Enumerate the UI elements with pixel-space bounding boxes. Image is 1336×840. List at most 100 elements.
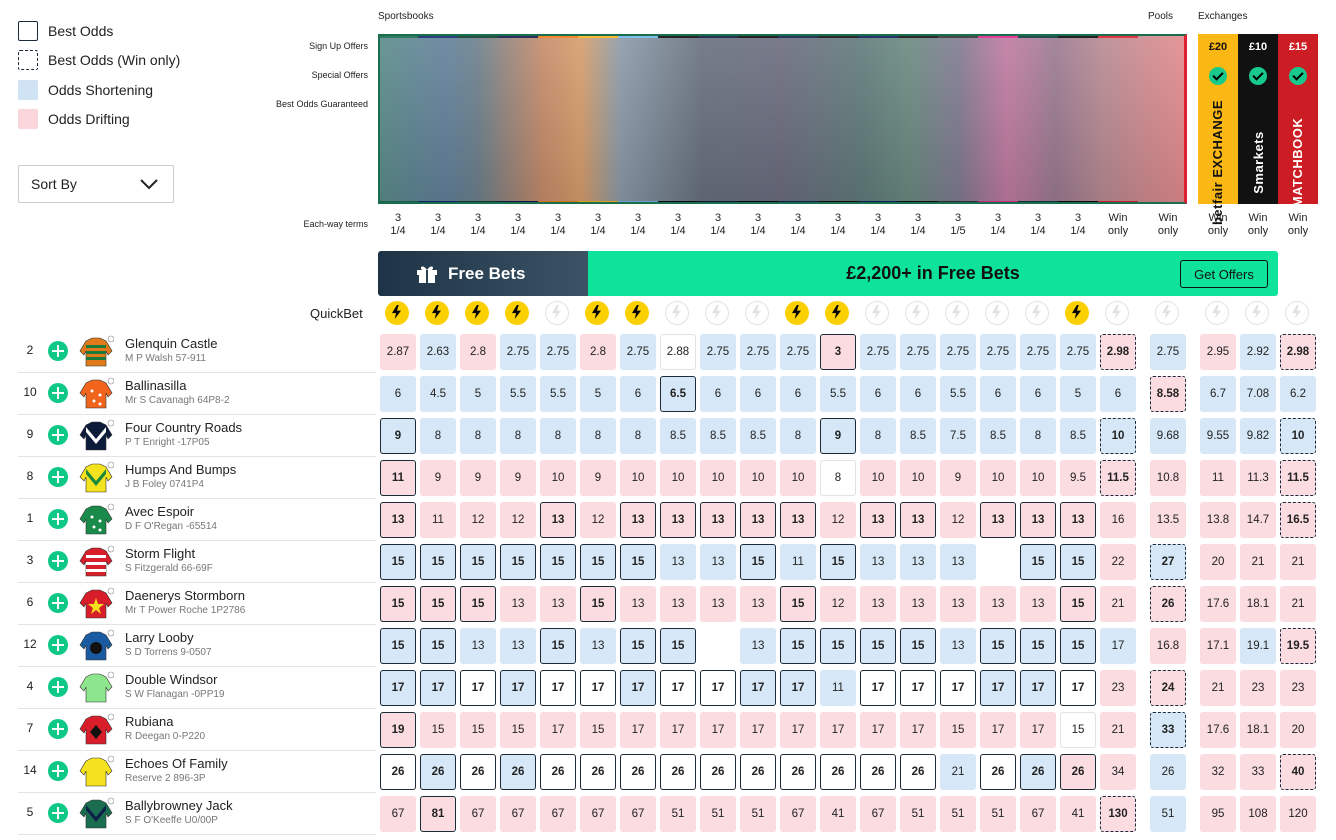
odds-cell[interactable]: 6.7 — [1200, 376, 1236, 412]
odds-cell[interactable]: 51 — [700, 796, 736, 832]
odds-cell[interactable]: 26 — [580, 754, 616, 790]
odds-cell[interactable]: 15 — [580, 586, 616, 622]
odds-cell[interactable]: 17 — [900, 712, 936, 748]
odds-cell[interactable]: 24 — [1150, 670, 1186, 706]
odds-cell[interactable]: 2.92 — [1240, 334, 1276, 370]
odds-cell[interactable]: 13 — [900, 502, 936, 538]
odds-cell[interactable]: 13 — [500, 586, 536, 622]
odds-cell[interactable]: 18.1 — [1240, 586, 1276, 622]
odds-cell[interactable]: 5 — [460, 376, 496, 412]
odds-cell[interactable]: 13 — [940, 544, 976, 580]
odds-cell[interactable]: 2.8 — [580, 334, 616, 370]
runner-name[interactable]: Storm Flight — [125, 546, 195, 561]
odds-cell[interactable]: 21 — [1100, 712, 1136, 748]
odds-cell[interactable]: 10 — [540, 460, 576, 496]
lightning-icon[interactable] — [505, 301, 529, 325]
lightning-icon[interactable] — [465, 301, 489, 325]
odds-cell[interactable]: 26 — [780, 754, 816, 790]
odds-cell[interactable]: 4.5 — [420, 376, 456, 412]
add-to-betslip-icon[interactable] — [48, 719, 68, 739]
odds-cell[interactable]: 13 — [980, 586, 1016, 622]
odds-cell[interactable]: 16.5 — [1280, 502, 1316, 538]
odds-cell[interactable]: 13.8 — [1200, 502, 1236, 538]
odds-cell[interactable]: 23 — [1240, 670, 1276, 706]
odds-cell[interactable]: 13 — [460, 628, 496, 664]
odds-cell[interactable]: 2.95 — [1200, 334, 1236, 370]
odds-cell[interactable]: 13 — [900, 586, 936, 622]
runner-name[interactable]: Echoes Of Family — [125, 756, 228, 771]
odds-cell[interactable]: 15 — [620, 628, 656, 664]
odds-cell[interactable]: 17 — [780, 670, 816, 706]
runner-name[interactable]: Four Country Roads — [125, 420, 242, 435]
add-to-betslip-icon[interactable] — [48, 425, 68, 445]
odds-cell[interactable]: 17 — [740, 712, 776, 748]
odds-cell[interactable]: 15 — [940, 712, 976, 748]
odds-cell[interactable]: 15 — [380, 628, 416, 664]
runner-name[interactable]: Daenerys Stormborn — [125, 588, 245, 603]
odds-cell[interactable]: 51 — [980, 796, 1016, 832]
odds-cell[interactable]: 17 — [1020, 712, 1056, 748]
odds-cell[interactable]: 17 — [940, 670, 976, 706]
odds-cell[interactable]: 10 — [1280, 418, 1316, 454]
odds-cell[interactable]: 32 — [1200, 754, 1236, 790]
odds-cell[interactable]: 17 — [660, 670, 696, 706]
odds-cell[interactable]: 26 — [460, 754, 496, 790]
odds-cell[interactable]: 6 — [980, 376, 1016, 412]
odds-cell[interactable]: 51 — [1150, 796, 1186, 832]
add-to-betslip-icon[interactable] — [48, 803, 68, 823]
odds-cell[interactable]: 15 — [780, 586, 816, 622]
odds-cell[interactable]: 21 — [1200, 670, 1236, 706]
odds-cell[interactable]: 26 — [740, 754, 776, 790]
odds-cell[interactable]: 8 — [420, 418, 456, 454]
odds-cell[interactable]: 33 — [1240, 754, 1276, 790]
odds-cell[interactable]: 13 — [660, 586, 696, 622]
odds-cell[interactable]: 6 — [900, 376, 936, 412]
odds-cell[interactable]: 2.75 — [980, 334, 1016, 370]
odds-cell[interactable]: 51 — [740, 796, 776, 832]
odds-cell[interactable]: 17 — [540, 670, 576, 706]
odds-cell[interactable]: 15 — [500, 712, 536, 748]
odds-cell[interactable]: 13 — [540, 502, 576, 538]
odds-cell[interactable]: 15 — [860, 628, 896, 664]
odds-cell[interactable]: 13 — [1020, 586, 1056, 622]
odds-cell[interactable]: 41 — [1060, 796, 1096, 832]
odds-cell[interactable]: 11 — [820, 670, 856, 706]
odds-cell[interactable]: 17.1 — [1200, 628, 1236, 664]
odds-cell[interactable]: 120 — [1280, 796, 1316, 832]
odds-cell[interactable]: 17 — [620, 670, 656, 706]
odds-cell[interactable]: 13 — [780, 502, 816, 538]
odds-cell[interactable]: 17 — [1020, 670, 1056, 706]
odds-cell[interactable]: 17 — [380, 670, 416, 706]
odds-cell[interactable]: 11.5 — [1280, 460, 1316, 496]
odds-cell[interactable]: 10 — [900, 460, 936, 496]
odds-cell[interactable]: 5.5 — [940, 376, 976, 412]
add-to-betslip-icon[interactable] — [48, 761, 68, 781]
odds-cell[interactable]: 13 — [1020, 502, 1056, 538]
odds-cell[interactable]: 17 — [820, 712, 856, 748]
odds-cell[interactable]: 2.98 — [1280, 334, 1316, 370]
odds-cell[interactable]: 5 — [1060, 376, 1096, 412]
odds-cell[interactable]: 15 — [1020, 628, 1056, 664]
odds-cell[interactable]: 2.75 — [900, 334, 936, 370]
odds-cell[interactable]: 15 — [740, 544, 776, 580]
lightning-icon[interactable] — [385, 301, 409, 325]
odds-cell[interactable]: 40 — [1280, 754, 1316, 790]
odds-cell[interactable]: 21 — [1280, 586, 1316, 622]
odds-cell[interactable]: 8.58 — [1150, 376, 1186, 412]
odds-cell[interactable]: 8 — [460, 418, 496, 454]
odds-cell[interactable]: 26 — [380, 754, 416, 790]
odds-cell[interactable]: 6 — [780, 376, 816, 412]
odds-cell[interactable]: 26 — [820, 754, 856, 790]
odds-cell[interactable]: 15 — [660, 628, 696, 664]
odds-cell[interactable]: 13 — [740, 628, 776, 664]
odds-cell[interactable]: 9.68 — [1150, 418, 1186, 454]
odds-cell[interactable]: 15 — [540, 544, 576, 580]
odds-cell[interactable]: 12 — [580, 502, 616, 538]
odds-cell[interactable]: 8.5 — [1060, 418, 1096, 454]
odds-cell[interactable]: 5 — [580, 376, 616, 412]
odds-cell[interactable]: 15 — [500, 544, 536, 580]
odds-cell[interactable]: 15 — [420, 628, 456, 664]
odds-cell[interactable]: 81 — [420, 796, 456, 832]
odds-cell[interactable]: 17 — [460, 670, 496, 706]
odds-cell[interactable]: 10 — [740, 460, 776, 496]
